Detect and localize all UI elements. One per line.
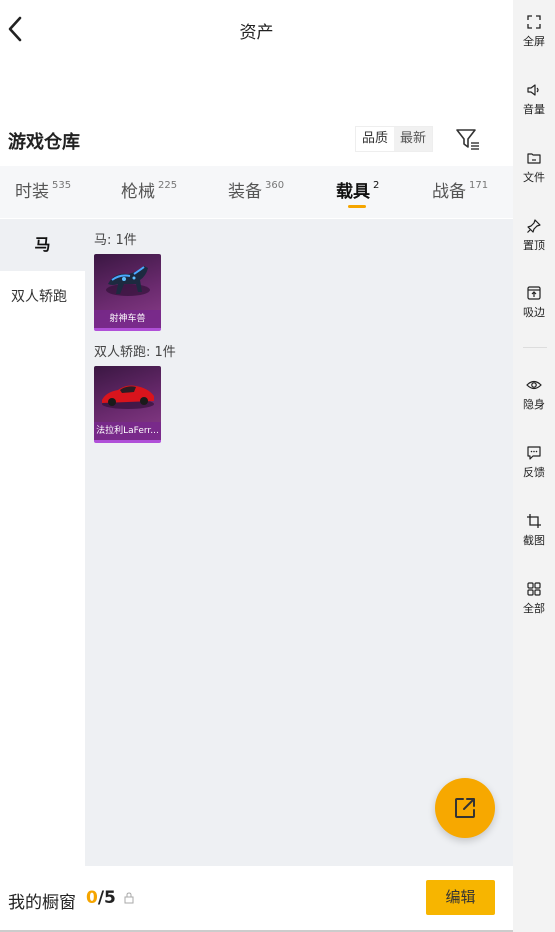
category-coupe[interactable]: 双人轿跑 <box>0 271 85 323</box>
share-fab[interactable] <box>435 778 495 838</box>
sort-latest-option[interactable]: 最新 <box>394 127 433 151</box>
grid-icon <box>527 582 541 596</box>
pin-icon <box>527 219 541 233</box>
item-card-coupe[interactable]: 法拉利LaFerr... <box>94 366 161 443</box>
horse-image <box>106 266 150 296</box>
section-header-coupe: 双人轿跑: 1件 <box>94 345 176 360</box>
car-image <box>102 385 154 409</box>
toolbar-all[interactable]: 全部 <box>513 581 555 629</box>
warehouse-title: 游戏仓库 <box>8 132 80 153</box>
section-header-horse: 马: 1件 <box>94 233 137 248</box>
floating-toolbar: 全屏 音量 文件 置顶 吸边 隐身 反馈 截图 全部 <box>513 0 555 932</box>
item-card-horse[interactable]: 射神车兽 <box>94 254 161 331</box>
toolbar-stealth[interactable]: 隐身 <box>513 377 555 425</box>
tab-fashion[interactable]: 时装 535 <box>15 166 71 218</box>
active-tab-indicator <box>348 205 366 208</box>
toolbar-file[interactable]: 文件 <box>513 150 555 198</box>
toolbar-divider <box>523 347 547 348</box>
item-grid: 马: 1件 射神车兽 双人轿跑: 1件 法拉利LaFerr... <box>85 219 513 866</box>
content-area: 马 双人轿跑 马: 1件 射神车兽 双人轿跑: 1件 法拉利LaFerr... <box>0 219 513 866</box>
showcase-count: 0/5 <box>86 888 116 908</box>
tab-supplies[interactable]: 战备 171 <box>432 166 488 218</box>
category-sidebar: 马 双人轿跑 <box>0 219 85 866</box>
sort-toggle: 品质 最新 <box>355 126 434 152</box>
crop-icon <box>527 514 541 528</box>
filter-button[interactable] <box>455 126 481 152</box>
feedback-icon <box>527 446 541 460</box>
toolbar-fullscreen[interactable]: 全屏 <box>513 14 555 62</box>
showcase-bar: 我的橱窗 0/5 编辑 <box>0 866 513 932</box>
lock-icon <box>124 892 134 904</box>
showcase-label: 我的橱窗 <box>8 893 76 913</box>
tab-equipment[interactable]: 装备 360 <box>228 166 284 218</box>
volume-icon <box>527 84 539 96</box>
folder-icon <box>527 153 541 164</box>
filter-icon <box>456 129 479 150</box>
page-title: 资产 <box>239 23 274 43</box>
dock-icon <box>527 286 541 300</box>
item-name: 法拉利LaFerr... <box>94 422 161 440</box>
toolbar-pin[interactable]: 置顶 <box>513 218 555 266</box>
fullscreen-icon <box>527 15 541 29</box>
toolbar-dock[interactable]: 吸边 <box>513 285 555 333</box>
asset-tabs: 时装 535 枪械 225 装备 360 载具 2 战备 171 <box>0 166 513 218</box>
warehouse-header: 游戏仓库 品质 最新 <box>0 120 513 160</box>
toolbar-screenshot[interactable]: 截图 <box>513 513 555 561</box>
sort-quality-option[interactable]: 品质 <box>356 127 394 151</box>
item-name: 射神车兽 <box>94 310 161 328</box>
external-link-icon <box>455 798 475 818</box>
category-horse[interactable]: 马 <box>0 219 85 271</box>
edit-button[interactable]: 编辑 <box>426 880 495 915</box>
asset-page: 资产 游戏仓库 品质 最新 时装535 枪械225 装备360 载具2 <box>0 0 513 932</box>
eye-icon <box>526 380 542 390</box>
tab-firearms[interactable]: 枪械 225 <box>121 166 177 218</box>
toolbar-volume[interactable]: 音量 <box>513 82 555 130</box>
tab-vehicles[interactable]: 载具 2 <box>336 166 379 218</box>
toolbar-feedback[interactable]: 反馈 <box>513 445 555 493</box>
top-bar: 资产 <box>0 0 513 60</box>
